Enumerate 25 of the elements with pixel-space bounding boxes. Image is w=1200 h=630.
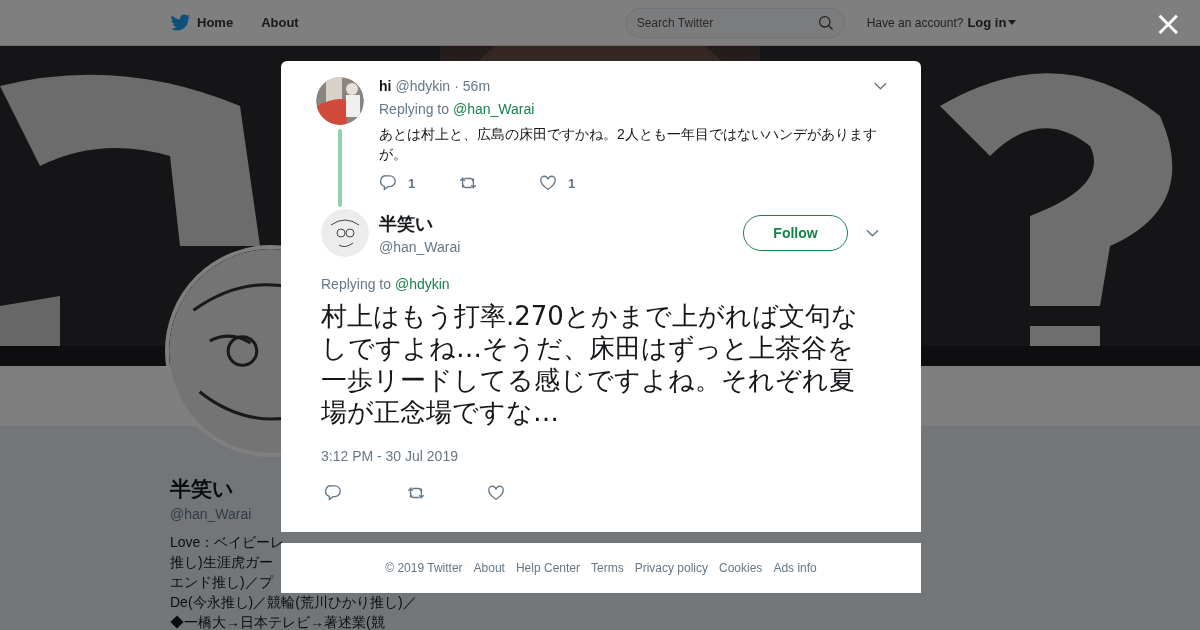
caret-icon[interactable] [1008, 20, 1017, 25]
footer-link[interactable]: Cookies [719, 561, 763, 575]
login-link[interactable]: Log in [967, 15, 1007, 30]
footer-link[interactable]: About [473, 561, 505, 575]
profile-handle: @han_Warai [170, 506, 252, 522]
bio-line: 推し)生涯虎ガー [170, 553, 273, 572]
home-link[interactable]: Home [197, 15, 234, 30]
profile-name: 半笑い [170, 476, 234, 502]
copyright-text: © 2019 Twitter [385, 561, 463, 575]
footer-link[interactable]: Privacy policy [634, 561, 708, 575]
footer-link[interactable]: Ads info [773, 561, 817, 575]
footer-link[interactable]: Help Center [515, 561, 580, 575]
about-link[interactable]: About [261, 15, 299, 30]
search-icon[interactable] [817, 14, 834, 31]
bio-line: エンド推し)／プ [170, 573, 273, 592]
bio-line: ◆一橋大→日本テレビ→著述業(競 [170, 613, 385, 630]
footer-link[interactable]: Terms [591, 561, 624, 575]
bio-line: Love：ベイビーレ [170, 533, 285, 552]
reply-icon[interactable] [324, 484, 342, 502]
close-button[interactable]: × [1150, 6, 1187, 40]
account-prompt: Have an account? [866, 15, 964, 30]
tweet-timestamp: 3:12 PM - 30 Jul 2019 [321, 448, 459, 464]
heart-icon[interactable] [487, 484, 505, 502]
bio-line: De(今永推し)／競輪(荒川ひかり推し)／ [170, 593, 417, 612]
search-field[interactable]: Search Twitter [624, 7, 845, 38]
